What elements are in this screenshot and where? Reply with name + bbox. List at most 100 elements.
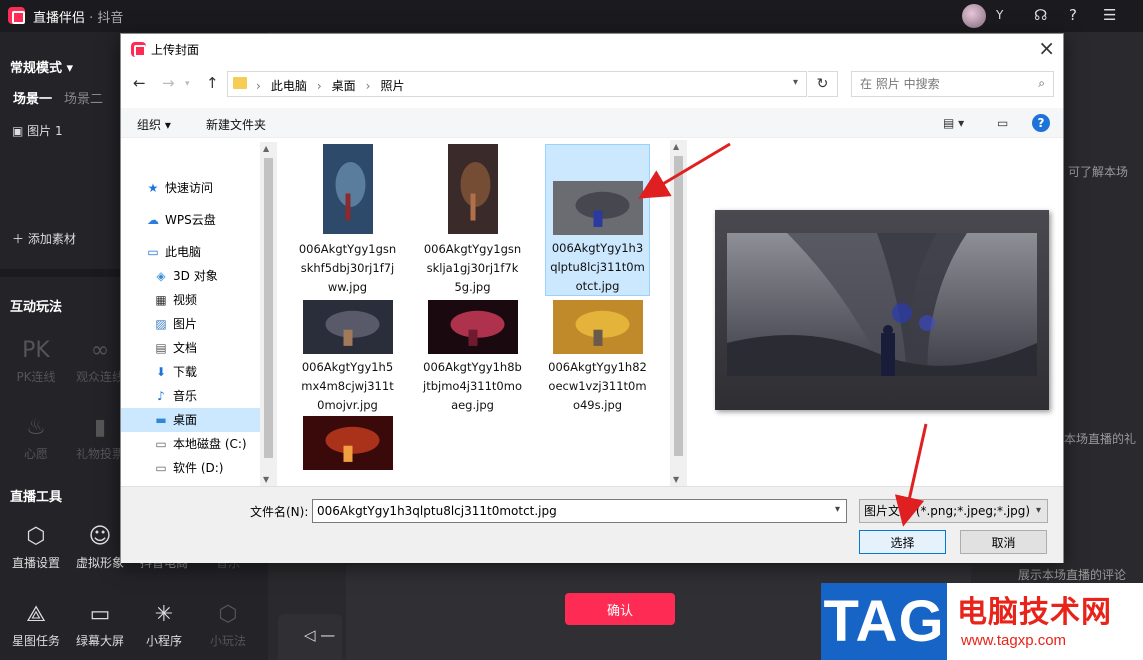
pk-tool[interactable]: PK PK连线	[6, 338, 66, 385]
file-name: 006AkgtYgy1h8bjtbjmo4j311t0moaeg.jpg	[423, 360, 522, 412]
nav-item-6[interactable]: ▤ 文档	[121, 336, 261, 360]
file-name: 006AkgtYgy1h3qlptu8lcj311t0motct.jpg	[550, 241, 645, 293]
view-mode-icon[interactable]: ▤ ▾	[943, 116, 964, 130]
nav-item-11[interactable]: ▭ 软件 (D:)	[121, 456, 261, 480]
file-thumbnail	[322, 144, 373, 234]
chevron-down-icon[interactable]: ▾	[793, 77, 798, 88]
forward-arrow-icon[interactable]: →	[162, 74, 175, 92]
close-icon[interactable]: ×	[1038, 36, 1055, 60]
nav-item-label: 视频	[173, 293, 198, 307]
avatar[interactable]	[962, 4, 986, 28]
add-source-button[interactable]: ＋ 添加素材	[12, 230, 76, 247]
file-thumbnail	[447, 144, 498, 234]
video-icon: ▦	[155, 293, 167, 307]
tab-scene-2[interactable]: 场景二	[64, 92, 103, 107]
file-item[interactable]: 006AkgtYgy1gsnskhf5dbj30rj1f7jww.jpg	[295, 144, 400, 296]
help-icon[interactable]: ?	[1069, 6, 1077, 24]
filetype-select[interactable]: 图片文件 (*.png;*.jpeg;*.jpg) ▾	[859, 499, 1048, 523]
nav-item-5[interactable]: ▨ 图片	[121, 312, 261, 336]
scroll-down-icon[interactable]: ▼	[263, 475, 269, 484]
volume-icon[interactable]: ◁ —	[278, 614, 342, 660]
nav-item-2[interactable]: ▭ 此电脑	[121, 240, 261, 264]
filename-input[interactable]	[317, 501, 817, 521]
preview-image	[727, 233, 1037, 376]
nav-item-0[interactable]: ★ 快速访问	[121, 176, 261, 200]
file-name: 006AkgtYgy1gsnsklja1gj30rj1f7k5g.jpg	[423, 242, 522, 294]
refresh-icon[interactable]: ↻	[808, 71, 838, 97]
watermark-name: 电脑技术网	[957, 595, 1112, 630]
source-item[interactable]: ▣ 图片 1	[12, 122, 63, 139]
file-item[interactable]: 006AkgtYgy1h8bjtbjmo4j311t0moaeg.jpg	[420, 300, 525, 412]
headset-icon[interactable]: ☊	[1034, 6, 1047, 24]
breadcrumb-desktop[interactable]: 桌面	[332, 79, 356, 93]
file-item[interactable]: 006AkgtYgy1h3qlptu8lcj311t0motct.jpg	[545, 144, 650, 296]
nav-item-label: 快速访问	[165, 181, 214, 195]
star-task-tool[interactable]: ⟁ 星图任务	[6, 602, 66, 649]
app-title-bar: 直播伴侣 · 抖音 Y ☊ ? ☰	[0, 0, 1143, 32]
disk-icon: ▭	[155, 437, 167, 451]
nav-scrollbar[interactable]: ▲ ▼	[260, 142, 277, 486]
select-button[interactable]: 选择	[859, 530, 946, 554]
nav-item-7[interactable]: ⬇ 下载	[121, 360, 261, 384]
confirm-button[interactable]: 确认	[565, 593, 675, 625]
file-item[interactable]: 006AkgtYgy1h5mx4m8cjwj311t0mojvr.jpg	[295, 300, 400, 412]
nav-item-3[interactable]: ◈ 3D 对象	[121, 264, 261, 288]
nav-item-9[interactable]: ▬ 桌面	[121, 408, 261, 432]
upload-cover-dialog: 上传封面 × ← → ▾ ↑ ›此电脑›桌面›照片 ▾ ↻ ⌕ 组织 ▾ 新建文…	[120, 33, 1064, 563]
nav-item-10[interactable]: ▭ 本地磁盘 (C:)	[121, 432, 261, 456]
filename-field[interactable]: ▾	[312, 499, 847, 523]
picture-icon: ▨	[155, 317, 167, 331]
tab-scene-1[interactable]: 场景一	[13, 92, 52, 107]
mini-program-tool[interactable]: ✳ 小程序	[134, 602, 194, 649]
user-name[interactable]: Y	[996, 8, 1003, 22]
help-icon[interactable]: ?	[1032, 114, 1050, 132]
preview-pane-icon[interactable]: ▭	[997, 116, 1008, 130]
search-box[interactable]: ⌕	[851, 71, 1054, 97]
breadcrumb-photos[interactable]: 照片	[380, 79, 404, 93]
cancel-button[interactable]: 取消	[960, 530, 1047, 554]
file-scrollbar[interactable]: ▲ ▼	[670, 140, 687, 486]
document-icon: ▤	[155, 341, 167, 355]
nav-item-label: 本地磁盘 (C:)	[173, 437, 247, 451]
nav-item-label: 软件 (D:)	[173, 461, 224, 475]
live-settings-tool[interactable]: ⬡ 直播设置	[6, 524, 66, 571]
section-interactive: 互动玩法	[10, 300, 63, 315]
pk-icon: PK	[22, 338, 50, 363]
back-arrow-icon[interactable]: ←	[133, 74, 146, 92]
nav-item-8[interactable]: ♪ 音乐	[121, 384, 261, 408]
new-folder-button[interactable]: 新建文件夹	[206, 116, 266, 133]
computer-icon: ▭	[147, 245, 159, 259]
monitor-icon: ▭	[89, 602, 111, 627]
nav-item-label: WPS云盘	[165, 213, 216, 227]
recent-chevron-icon[interactable]: ▾	[185, 79, 190, 89]
app-logo-icon	[8, 7, 25, 24]
scroll-up-icon[interactable]: ▲	[673, 142, 679, 151]
wish-tool[interactable]: ♨ 心愿	[6, 415, 66, 462]
scrollbar-thumb[interactable]	[264, 158, 273, 458]
scroll-down-icon[interactable]: ▼	[673, 475, 679, 484]
plus-icon: ＋	[12, 232, 25, 246]
file-thumbnail	[552, 181, 643, 235]
disk-icon: ▭	[155, 461, 167, 475]
mini-game-tool[interactable]: ⬡ 小玩法	[198, 602, 258, 649]
mode-selector[interactable]: 常规模式 ▾	[10, 57, 73, 76]
desktop-icon: ▬	[155, 413, 167, 427]
section-tools: 直播工具	[10, 490, 63, 505]
chevron-down-icon[interactable]: ▾	[835, 504, 840, 515]
nav-item-1[interactable]: ☁ WPS云盘	[121, 208, 261, 232]
scrollbar-thumb[interactable]	[674, 156, 683, 456]
filename-label: 文件名(N):	[250, 505, 309, 519]
scroll-up-icon[interactable]: ▲	[263, 144, 269, 153]
file-list: 006AkgtYgy1gsnskhf5dbj30rj1f7jww.jpg 006A…	[277, 140, 687, 486]
file-item[interactable]: 006AkgtYgy1h82oecw1vzj311t0mo49s.jpg	[545, 300, 650, 412]
breadcrumb-this-pc[interactable]: 此电脑	[271, 79, 307, 93]
nav-item-label: 桌面	[173, 413, 198, 427]
nav-item-4[interactable]: ▦ 视频	[121, 288, 261, 312]
address-bar[interactable]: › 此电脑 › 桌面 › 照片 ▾	[227, 71, 807, 97]
organize-menu[interactable]: 组织 ▾	[137, 116, 171, 133]
search-input[interactable]	[860, 73, 1030, 95]
file-item[interactable]: 006AkgtYgy1gsnsklja1gj30rj1f7k5g.jpg	[420, 144, 525, 296]
menu-icon[interactable]: ☰	[1103, 6, 1116, 24]
green-screen-tool[interactable]: ▭ 绿幕大屏	[70, 602, 130, 649]
up-arrow-icon[interactable]: ↑	[206, 74, 219, 92]
